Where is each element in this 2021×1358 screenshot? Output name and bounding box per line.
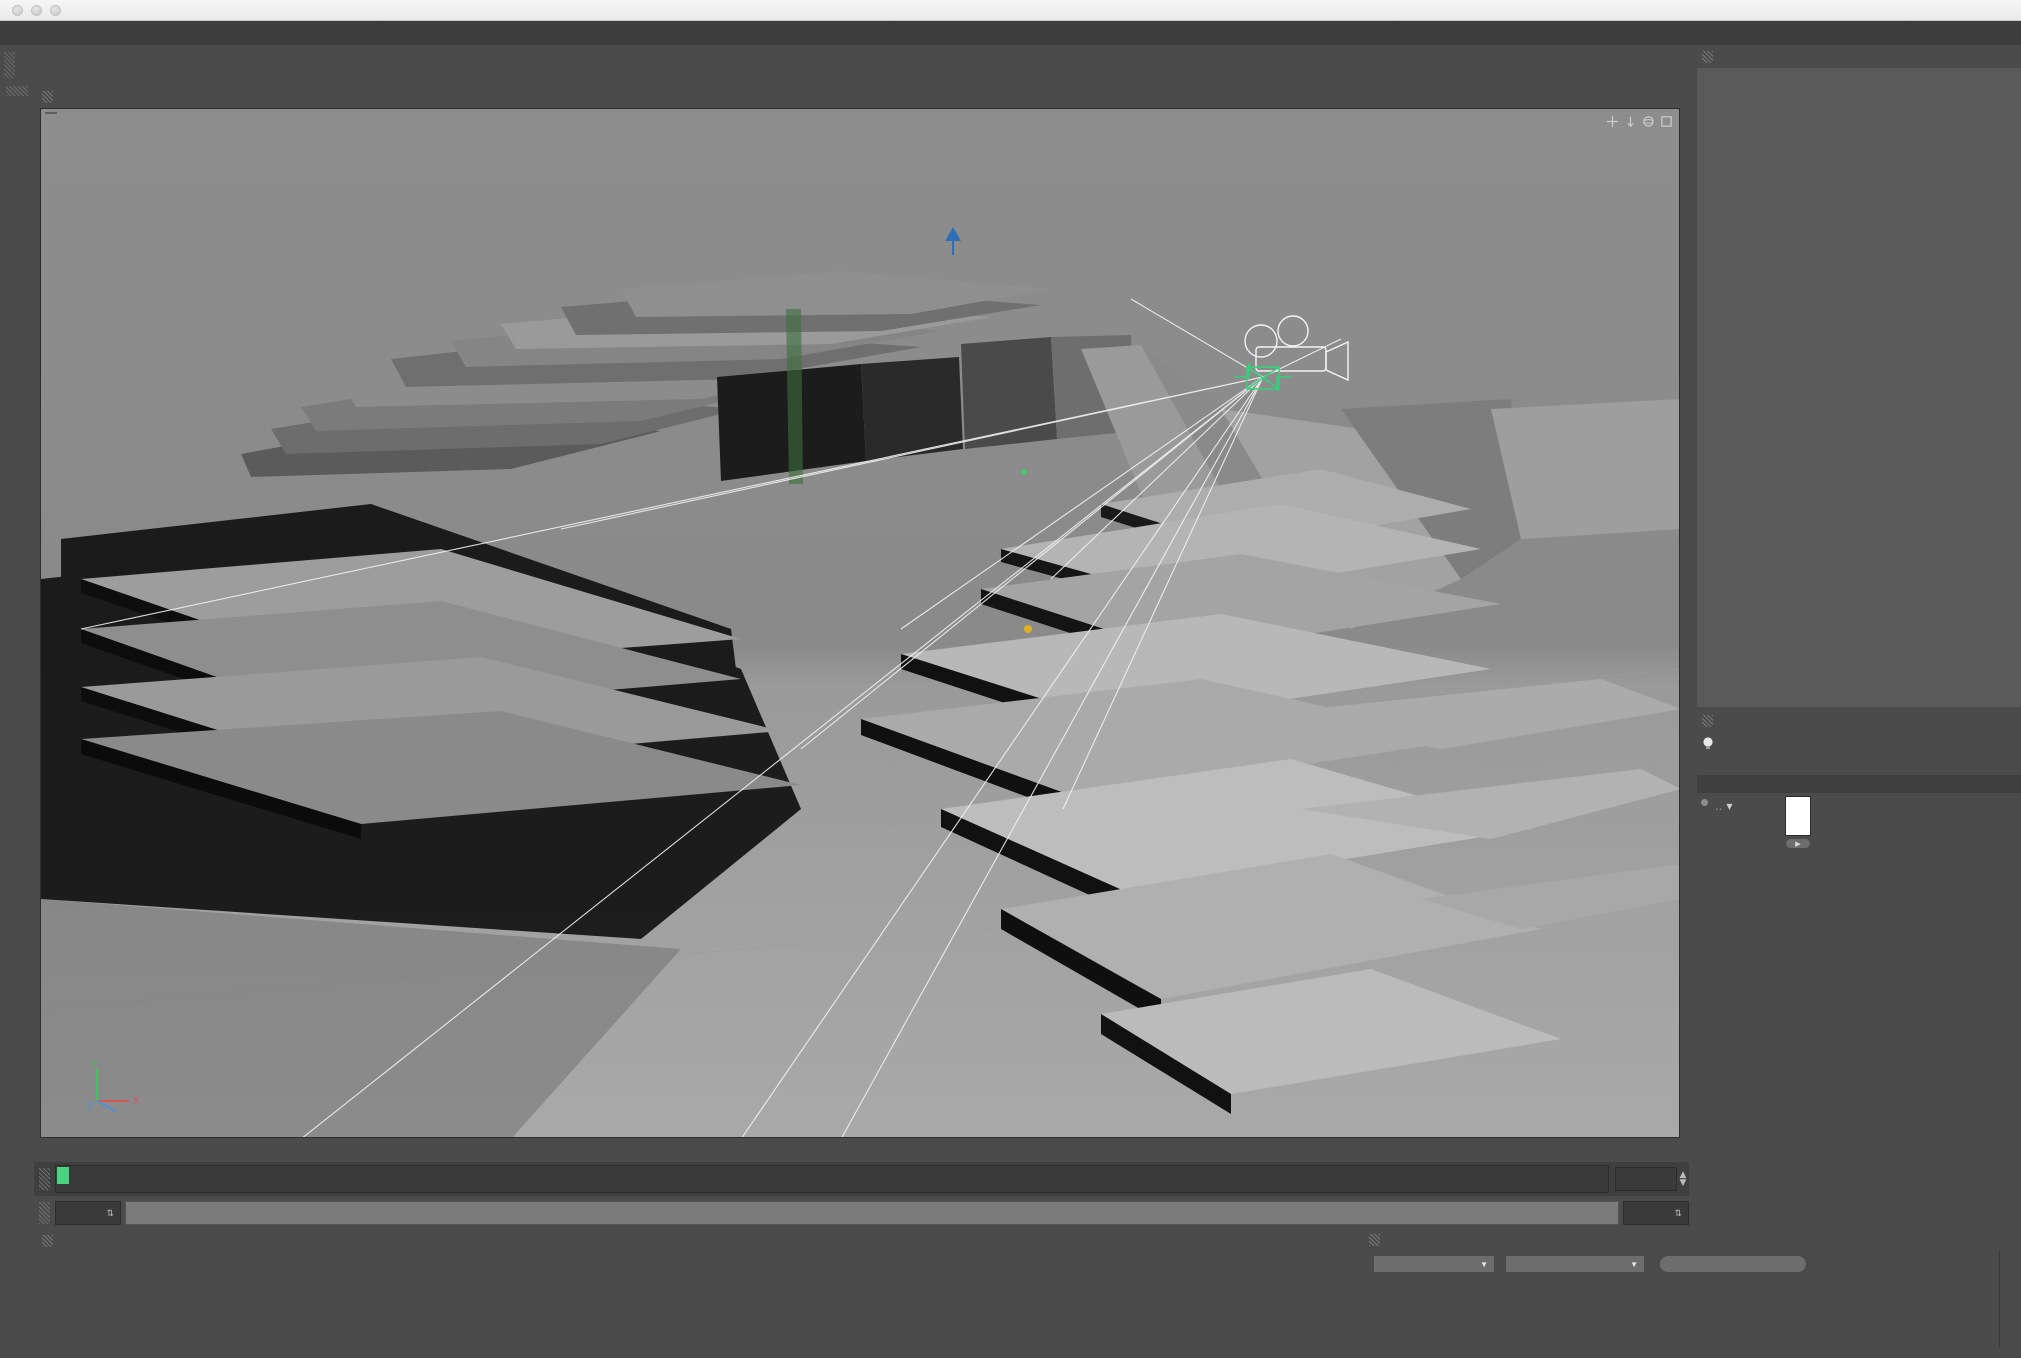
coordinate-grip[interactable] [1369, 1234, 1380, 1246]
color-swatch[interactable] [1785, 796, 1811, 836]
coordinate-mode-dropdown[interactable]: ▼ [1373, 1255, 1495, 1273]
current-frame-spinner[interactable]: ▲ ▼ [1677, 1171, 1689, 1188]
object-manager-menubar [1697, 45, 2021, 68]
material-grip[interactable] [42, 1235, 53, 1247]
window-controls[interactable] [12, 5, 61, 16]
svg-text:X: X [133, 1096, 140, 1107]
minimize-button[interactable] [31, 5, 42, 16]
viewport-panel: Y X Z [34, 84, 1689, 1162]
object-manager [1697, 45, 2021, 707]
attribute-grip[interactable] [1702, 715, 1713, 727]
cinema4d-window: Y X Z ▲ ▼ ⇅ ⇅ .. ▼ ▶ ▼ ▼ [0, 0, 2021, 1358]
coordinate-divider [1999, 1250, 2000, 1348]
light-bulb-icon [1703, 737, 1713, 749]
preview-range-track[interactable] [125, 1201, 1619, 1225]
viewport-view-label [45, 112, 57, 114]
color-row: .. ▼ [1697, 793, 2021, 836]
timeline-ruler[interactable] [55, 1165, 1609, 1193]
attribute-menubar [1697, 710, 2021, 732]
svg-text:Y: Y [91, 1059, 98, 1070]
pan-view-icon[interactable] [1606, 113, 1619, 128]
attribute-object-header [1697, 732, 2021, 754]
window-titlebar [0, 0, 2021, 21]
attribute-tabs[interactable] [1697, 754, 2021, 775]
axis-gizmo: Y X Z [87, 1059, 140, 1112]
material-menubar [34, 1230, 1397, 1252]
timeline-grip[interactable] [39, 1168, 50, 1190]
color-more-button[interactable]: ▶ [1785, 838, 1811, 849]
apply-button[interactable] [1659, 1255, 1807, 1273]
toolbar-grip[interactable] [4, 51, 15, 78]
maximize-button[interactable] [50, 5, 61, 16]
maximize-view-icon[interactable] [1660, 113, 1673, 127]
viewport-nav-icons[interactable] [1606, 113, 1673, 128]
object-manager-grip[interactable] [1702, 50, 1713, 63]
main-menubar [0, 21, 2021, 45]
playbar-grip[interactable] [39, 1202, 50, 1224]
color-expand-icon[interactable]: ▼ [1726, 802, 1732, 811]
coordinate-header [1363, 1230, 2021, 1250]
color-animate-dot[interactable] [1701, 799, 1708, 806]
timeline-ruler-bar: ▲ ▼ [34, 1162, 1689, 1196]
svg-text:Z: Z [87, 1101, 93, 1112]
viewport-3d[interactable]: Y X Z [40, 108, 1680, 1138]
material-list[interactable] [34, 1252, 1397, 1258]
viewport-scene[interactable] [41, 109, 1680, 1138]
viewport-grip[interactable] [42, 91, 53, 103]
attribute-section-title [1697, 775, 2021, 793]
left-toolbar-grip[interactable] [6, 86, 28, 96]
attribute-manager: .. ▼ ▶ [1697, 710, 2021, 1225]
object-tree[interactable] [1697, 68, 2021, 707]
left-toolbar [0, 84, 34, 1358]
preview-end-field[interactable]: ⇅ [1623, 1201, 1689, 1225]
scene-marker [1024, 625, 1032, 633]
current-frame-field[interactable] [1615, 1167, 1677, 1191]
viewport-menubar [42, 86, 1689, 108]
playback-bar: ⇅ ⇅ [34, 1196, 1689, 1230]
size-mode-dropdown[interactable]: ▼ [1505, 1255, 1645, 1273]
coordinate-manager: ▼ ▼ [1363, 1230, 2021, 1358]
close-button[interactable] [12, 5, 23, 16]
preview-start-field[interactable]: ⇅ [55, 1201, 121, 1225]
timeline-playhead[interactable] [57, 1167, 69, 1184]
dolly-view-icon[interactable] [1624, 113, 1637, 127]
material-manager [34, 1230, 1397, 1358]
orbit-view-icon[interactable] [1642, 113, 1655, 127]
